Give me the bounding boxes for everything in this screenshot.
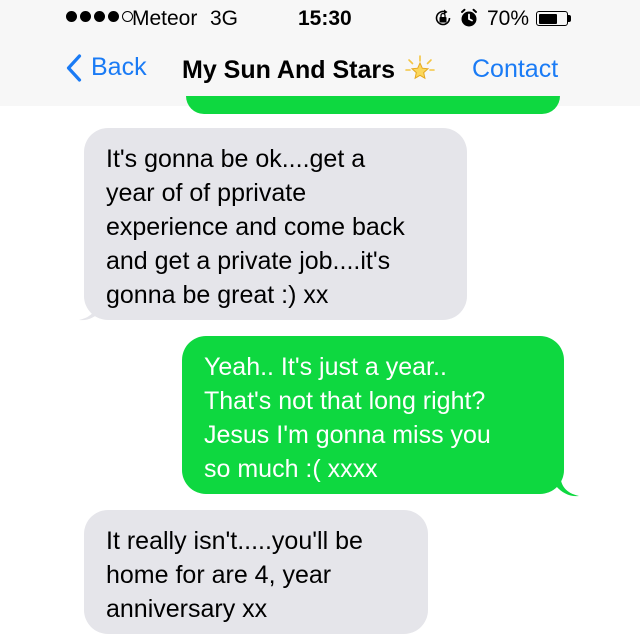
carrier-name: Meteor (132, 7, 198, 30)
star-icon (405, 55, 435, 80)
contact-button[interactable]: Contact (472, 55, 558, 84)
conversation-title: My Sun And Stars (182, 55, 395, 84)
back-button-label: Back (91, 53, 147, 81)
network-type: 3G (210, 7, 239, 30)
messages-screen: Meteor 3G 15:30 70% Back My Sun And Star… (0, 0, 640, 640)
received-message-bubble[interactable]: It really isn't.....you'll be home for a… (84, 510, 428, 634)
signal-dot (80, 11, 91, 22)
status-time: 15:30 (298, 7, 352, 30)
signal-dot (94, 11, 105, 22)
sent-message-bubble[interactable]: Yeah.. It's just a year.. That's not tha… (182, 336, 564, 494)
received-message-bubble[interactable]: It's gonna be ok....get a year of of ppr… (84, 128, 467, 320)
signal-dot (108, 11, 119, 22)
rotation-lock-icon (435, 9, 451, 26)
alarm-icon (461, 8, 477, 27)
back-button[interactable]: Back (66, 53, 147, 82)
battery-icon (536, 11, 568, 26)
signal-dot (66, 11, 77, 22)
battery-percentage: 70% (487, 7, 530, 30)
battery-tip (568, 15, 571, 22)
conversation-title-group: My Sun And Stars (182, 55, 435, 85)
signal-strength-icon (66, 11, 133, 22)
sent-message-bubble-partial (186, 96, 560, 114)
battery-level-fill (538, 13, 558, 24)
status-bar: Meteor 3G 15:30 70% (0, 0, 640, 38)
chevron-left-icon (66, 53, 82, 82)
message-thread[interactable]: It's gonna be ok....get a year of of ppr… (0, 96, 640, 640)
